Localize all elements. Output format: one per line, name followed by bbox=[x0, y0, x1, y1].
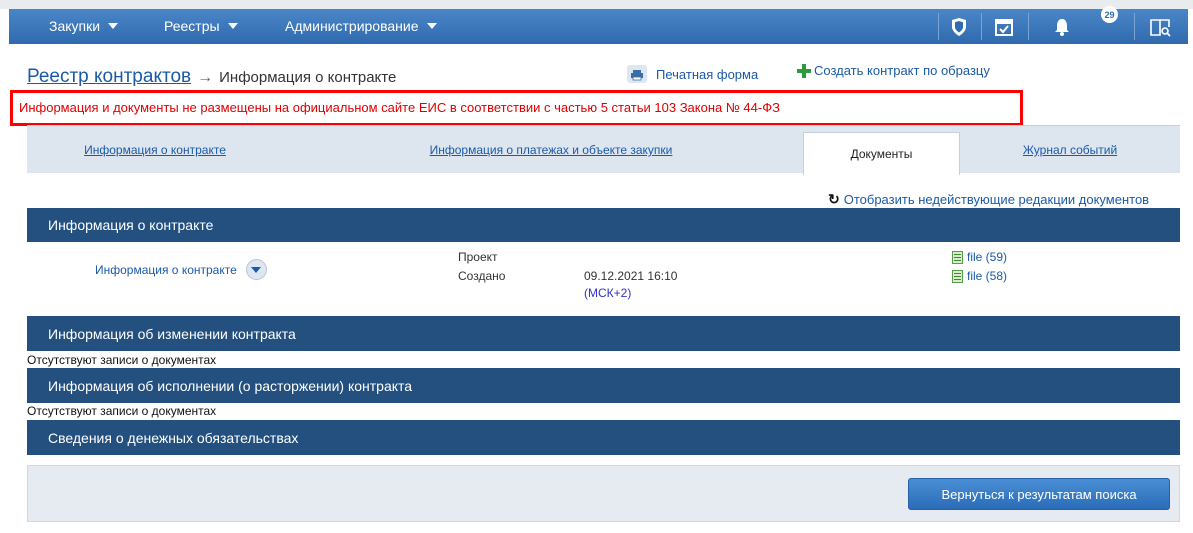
chevron-down-icon bbox=[251, 266, 262, 273]
no-documents-text: Отсутствуют записи о документах bbox=[27, 404, 217, 418]
notification-badge: 29 bbox=[1101, 6, 1118, 23]
tab-bar: Информация о контракте Информация о плат… bbox=[27, 125, 1180, 175]
document-name-link[interactable]: Информация о контракте bbox=[95, 263, 237, 277]
document-item[interactable]: Информация о контракте bbox=[95, 259, 267, 280]
warning-message: Информация и документы не размещены на о… bbox=[10, 90, 1023, 126]
shield-icon[interactable] bbox=[945, 13, 973, 41]
top-shadow bbox=[0, 0, 1193, 9]
created-date: 09.12.2021 16:10 bbox=[584, 269, 678, 283]
created-label: Создано bbox=[458, 269, 506, 283]
chevron-down-icon bbox=[426, 23, 437, 29]
chevron-down-icon bbox=[108, 23, 119, 29]
create-by-template-label: Создать контракт по образцу bbox=[814, 63, 990, 78]
timezone: (МСК+2) bbox=[584, 286, 632, 300]
show-inactive-label: Отобразить недействующие редакции докуме… bbox=[843, 192, 1150, 207]
file-link[interactable]: file (58) bbox=[952, 269, 1007, 283]
no-documents-text: Отсутствуют записи о документах bbox=[27, 353, 217, 367]
section-contract-info: Информация о контракте bbox=[27, 208, 1180, 242]
file-icon bbox=[952, 269, 963, 283]
tab-event-log[interactable]: Журнал событий bbox=[960, 126, 1180, 174]
book-search-icon[interactable] bbox=[1147, 13, 1175, 41]
page-title: Информация о контракте bbox=[219, 69, 397, 86]
breadcrumb-root-link[interactable]: Реестр контрактов bbox=[27, 66, 191, 87]
create-by-template-button[interactable]: Создать контракт по образцу bbox=[797, 63, 990, 78]
top-nav-bar: Закупки Реестры Администрирование 29 bbox=[9, 6, 1188, 44]
nav-item-administration[interactable]: Администрирование bbox=[285, 18, 437, 34]
section-execution: Информация об исполнении (о расторжении)… bbox=[27, 368, 1180, 403]
breadcrumb: Реестр контрактов → Информация о контракте bbox=[27, 66, 396, 88]
plus-icon bbox=[797, 63, 811, 78]
print-form-label: Печатная форма bbox=[656, 66, 759, 82]
print-form-button[interactable]: Печатная форма bbox=[626, 64, 758, 84]
file-link[interactable]: file (59) bbox=[952, 250, 1007, 264]
file-icon bbox=[952, 250, 963, 264]
bell-icon[interactable] bbox=[1048, 13, 1076, 41]
tab-contract-info[interactable]: Информация о контракте bbox=[27, 126, 283, 174]
back-to-results-button[interactable]: Вернуться к результатам поиска bbox=[908, 478, 1170, 510]
breadcrumb-arrow: → bbox=[197, 69, 214, 86]
divider bbox=[981, 13, 982, 40]
section-contract-changes: Информация об изменении контракта bbox=[27, 316, 1180, 351]
tab-documents[interactable]: Документы bbox=[803, 132, 960, 175]
nav-label: Закупки bbox=[49, 18, 101, 34]
expand-button[interactable] bbox=[245, 259, 267, 280]
section-obligations: Сведения о денежных обязательствах bbox=[27, 420, 1180, 455]
document-status: Проект bbox=[458, 250, 498, 264]
printer-icon bbox=[627, 65, 647, 83]
calendar-icon[interactable] bbox=[990, 13, 1018, 41]
show-inactive-link[interactable]: ↻ Отобразить недействующие редакции доку… bbox=[828, 191, 1149, 208]
nav-label: Реестры bbox=[164, 18, 220, 34]
refresh-icon: ↻ bbox=[828, 191, 840, 207]
divider bbox=[1028, 13, 1029, 40]
nav-label: Администрирование bbox=[285, 18, 419, 34]
chevron-down-icon bbox=[227, 23, 238, 29]
divider bbox=[938, 13, 939, 40]
nav-item-purchases[interactable]: Закупки bbox=[49, 18, 119, 34]
file-label: file (58) bbox=[967, 269, 1008, 283]
tab-payments[interactable]: Информация о платежах и объекте закупки bbox=[283, 126, 819, 174]
divider bbox=[1134, 13, 1135, 40]
file-label: file (59) bbox=[967, 250, 1008, 264]
nav-item-registries[interactable]: Реестры bbox=[164, 18, 238, 34]
